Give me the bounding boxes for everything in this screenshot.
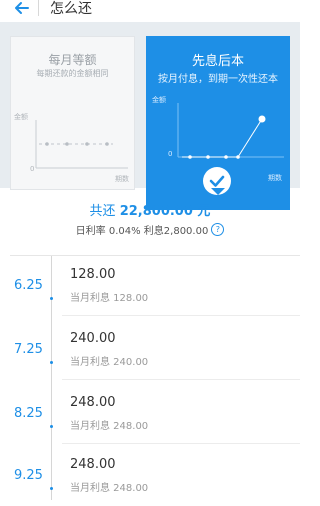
due-date: 6.25 (14, 278, 43, 293)
timeline-dot (50, 361, 53, 364)
x-axis-label: 期数 (268, 173, 282, 182)
rate-text: 日利率 0.04% 利息2,800.00 (75, 226, 209, 237)
x-axis-label: 期数 (115, 174, 129, 183)
schedule-row: 9.25 248.00 当月利息 248.00 (0, 446, 300, 506)
rate-line: 日利率 0.04% 利息2,800.00 ? (0, 222, 300, 237)
due-date: 7.25 (14, 342, 43, 357)
schedule-row: 8.25 248.00 当月利息 248.00 (0, 384, 300, 444)
due-date: 8.25 (14, 406, 43, 421)
back-arrow-icon[interactable] (10, 0, 34, 20)
page-title: 怎么还 (50, 1, 92, 17)
origin-label: 0 (30, 165, 34, 173)
payment-detail: 当月利息 240.00 (70, 357, 149, 368)
top-bar: 怎么还 (0, 0, 300, 22)
timeline-dot (50, 425, 53, 428)
equal-installment-mini-chart: 金额 0 期数 (14, 112, 129, 183)
row-divider (62, 315, 300, 316)
origin-label: 0 (168, 150, 172, 158)
payment-amount: 128.00 (70, 267, 116, 282)
selection-pointer (211, 188, 225, 195)
plan-card-equal-installment[interactable]: 每月等额 每期还款的金额相同 金额 0 期数 (10, 36, 135, 190)
payment-amount: 248.00 (70, 457, 116, 472)
help-icon[interactable]: ? (211, 223, 225, 236)
y-axis-label: 金额 (14, 112, 28, 121)
timeline-dot (50, 297, 53, 300)
payment-detail: 当月利息 248.00 (70, 483, 149, 494)
payment-detail: 当月利息 248.00 (70, 421, 149, 432)
y-axis-label: 金额 (152, 95, 166, 104)
row-divider (62, 379, 300, 380)
title-separator (38, 0, 39, 16)
payment-detail: 当月利息 128.00 (70, 293, 149, 304)
plan-card-interest-first[interactable]: 先息后本 按月付息，到期一次性还本 金额 0 期数 (146, 36, 290, 210)
row-divider (62, 443, 300, 444)
timeline-dot (50, 487, 53, 490)
total-prefix: 共还 (89, 204, 116, 219)
total-amount: 22,800.00 元 (119, 204, 211, 219)
schedule-row: 6.25 128.00 当月利息 128.00 (0, 256, 300, 316)
due-date: 9.25 (14, 468, 43, 483)
payment-amount: 248.00 (70, 395, 116, 410)
total-repayment: 共还 22,800.00 元 (0, 200, 300, 219)
schedule-row: 7.25 240.00 当月利息 240.00 (0, 320, 300, 380)
payment-amount: 240.00 (70, 331, 116, 346)
repayment-plan-selector: 每月等额 每期还款的金额相同 金额 0 期数 先息后本 按月付息，到期一次性还本… (0, 22, 300, 210)
repayment-summary: 共还 22,800.00 元 日利率 0.04% 利息2,800.00 ? (0, 200, 300, 237)
